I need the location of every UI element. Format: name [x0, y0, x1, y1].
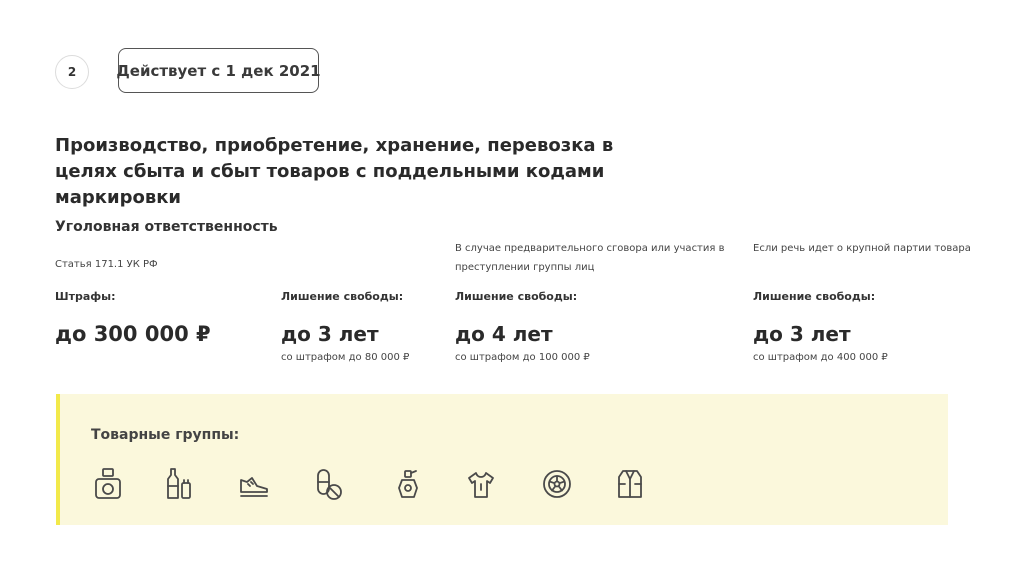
imprisonment-term-2: до 4 лет [455, 322, 553, 346]
fines-label: Штрафы: [55, 290, 116, 303]
effective-date-badge: Действует с 1 дек 2021 [116, 48, 321, 93]
responsibility-heading: Уголовная ответственность [55, 219, 278, 235]
fine-amount: до 300 000 ₽ [55, 322, 211, 346]
sneaker-icon [238, 466, 270, 502]
article-reference: Статья 171.1 УК РФ [55, 259, 158, 270]
imprisonment-label-3: Лишение свободы: [753, 290, 876, 303]
pills-icon [313, 466, 345, 502]
imprisonment-label-2: Лишение свободы: [455, 290, 578, 303]
fine-note-2: со штрафом до 100 000 ₽ [455, 352, 590, 363]
step-number-badge: 2 [55, 55, 89, 89]
product-groups-heading: Товарные группы: [91, 427, 240, 443]
fur-coat-icon [614, 466, 646, 502]
tire-icon [541, 466, 573, 502]
condition-group-conspiracy: В случае предварительного сговора или уч… [455, 243, 725, 273]
imprisonment-term-1: до 3 лет [281, 322, 379, 346]
imprisonment-label-1: Лишение свободы: [281, 290, 404, 303]
fine-note-1: со штрафом до 80 000 ₽ [281, 352, 410, 363]
camera-icon [92, 466, 124, 502]
bottles-icon [163, 466, 195, 502]
page-title: Производство, приобретение, хранение, пе… [55, 135, 614, 208]
fine-note-3: со штрафом до 400 000 ₽ [753, 352, 888, 363]
product-groups-panel: Товарные группы: [56, 394, 948, 525]
perfume-icon [392, 466, 424, 502]
shirt-icon [465, 466, 497, 502]
condition-large-batch: Если речь идет о крупной партии товара [753, 243, 971, 254]
imprisonment-term-3: до 3 лет [753, 322, 851, 346]
